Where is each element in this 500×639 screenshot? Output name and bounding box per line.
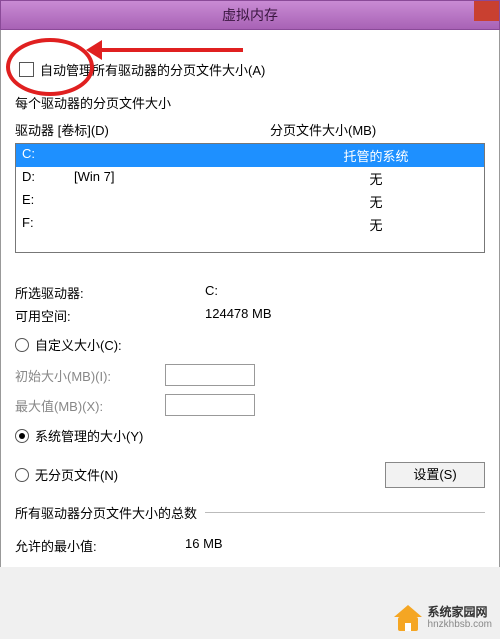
drive-letter: C: bbox=[22, 146, 74, 165]
watermark-title: 系统家园网 bbox=[428, 605, 492, 619]
max-size-row: 最大值(MB)(X): bbox=[15, 394, 485, 416]
no-paging-radio[interactable] bbox=[15, 468, 29, 482]
max-size-label: 最大值(MB)(X): bbox=[15, 396, 165, 415]
drive-letter: D: bbox=[22, 169, 74, 188]
header-paging: 分页文件大小(MB) bbox=[270, 120, 485, 139]
header-drive: 驱动器 [卷标](D) bbox=[15, 120, 270, 139]
watermark: 系统家园网 hnzkhbsb.com bbox=[394, 605, 492, 631]
selected-drive-value: C: bbox=[205, 283, 218, 302]
dialog-body: 自动管理所有驱动器的分页文件大小(A) 每个驱动器的分页文件大小 驱动器 [卷标… bbox=[0, 30, 500, 567]
drive-label bbox=[74, 146, 274, 165]
initial-size-input[interactable] bbox=[165, 364, 255, 386]
system-managed-radio[interactable] bbox=[15, 429, 29, 443]
selected-info: 所选驱动器: C: 可用空间: 124478 MB bbox=[15, 283, 485, 325]
auto-manage-label: 自动管理所有驱动器的分页文件大小(A) bbox=[40, 60, 265, 79]
max-size-input[interactable] bbox=[165, 394, 255, 416]
free-space-label: 可用空间: bbox=[15, 306, 205, 325]
drive-label: [Win 7] bbox=[74, 169, 274, 188]
drive-letter: F: bbox=[22, 215, 74, 234]
custom-size-radio[interactable] bbox=[15, 338, 29, 352]
drive-label bbox=[74, 192, 274, 211]
totals-group: 所有驱动器分页文件大小的总数 允许的最小值: 16 MB bbox=[15, 512, 485, 555]
list-item[interactable]: C: 托管的系统 bbox=[16, 144, 484, 167]
initial-size-row: 初始大小(MB)(I): bbox=[15, 364, 485, 386]
title-bar: 虚拟内存 bbox=[0, 0, 500, 30]
system-managed-radio-row: 系统管理的大小(Y) bbox=[15, 426, 485, 445]
list-item[interactable]: D: [Win 7] 无 bbox=[16, 167, 484, 190]
totals-title: 所有驱动器分页文件大小的总数 bbox=[15, 503, 205, 522]
custom-size-label: 自定义大小(C): bbox=[35, 335, 122, 354]
drive-paging: 无 bbox=[274, 215, 478, 234]
no-paging-radio-row: 无分页文件(N) bbox=[15, 465, 118, 484]
set-button[interactable]: 设置(S) bbox=[385, 462, 485, 488]
window-title: 虚拟内存 bbox=[222, 5, 278, 25]
drive-paging: 托管的系统 bbox=[274, 146, 478, 165]
list-item[interactable]: E: 无 bbox=[16, 190, 484, 213]
initial-size-label: 初始大小(MB)(I): bbox=[15, 366, 165, 385]
auto-manage-row: 自动管理所有驱动器的分页文件大小(A) bbox=[19, 60, 485, 79]
system-managed-label: 系统管理的大小(Y) bbox=[35, 426, 143, 445]
list-item[interactable]: F: 无 bbox=[16, 213, 484, 236]
auto-manage-checkbox[interactable] bbox=[19, 62, 34, 77]
selected-drive-label: 所选驱动器: bbox=[15, 283, 205, 302]
drive-label bbox=[74, 215, 274, 234]
per-drive-title: 每个驱动器的分页文件大小 bbox=[15, 93, 485, 112]
house-icon bbox=[394, 605, 422, 631]
close-button[interactable] bbox=[474, 1, 499, 21]
drive-letter: E: bbox=[22, 192, 74, 211]
custom-size-radio-row: 自定义大小(C): bbox=[15, 335, 485, 354]
drive-paging: 无 bbox=[274, 192, 478, 211]
drive-paging: 无 bbox=[274, 169, 478, 188]
drive-list[interactable]: C: 托管的系统 D: [Win 7] 无 E: 无 F: 无 bbox=[15, 143, 485, 253]
watermark-url: hnzkhbsb.com bbox=[428, 619, 492, 631]
min-allowed-value: 16 MB bbox=[185, 536, 223, 555]
free-space-value: 124478 MB bbox=[205, 306, 272, 325]
no-paging-label: 无分页文件(N) bbox=[35, 465, 118, 484]
min-allowed-label: 允许的最小值: bbox=[15, 536, 185, 555]
list-header: 驱动器 [卷标](D) 分页文件大小(MB) bbox=[15, 120, 485, 139]
